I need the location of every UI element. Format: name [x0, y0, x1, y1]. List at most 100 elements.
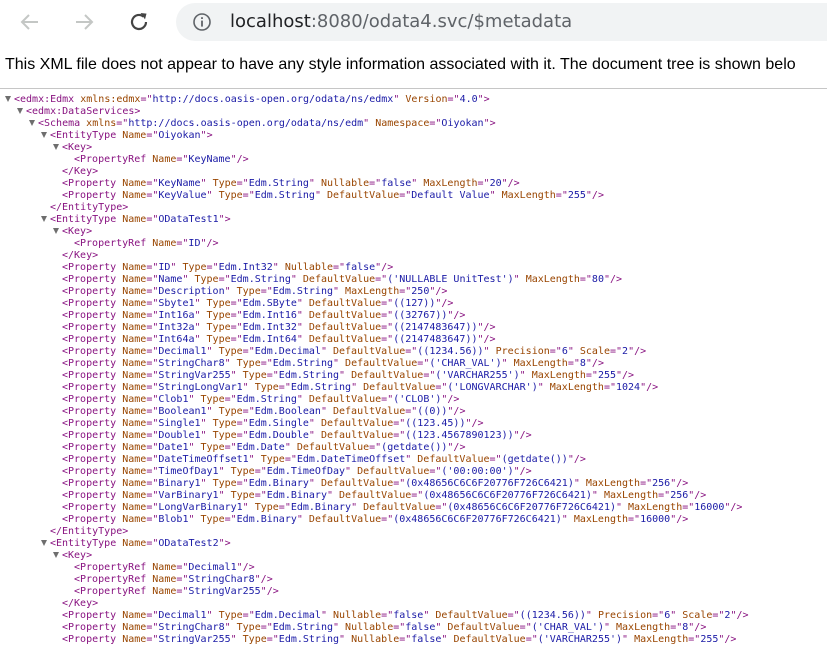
xml-markup: "> [200, 130, 213, 141]
attr-value: Decimal1 [188, 562, 237, 573]
xml-markup: =" [146, 610, 159, 621]
xml-markup: " [296, 298, 309, 309]
collapse-triangle-icon[interactable] [29, 120, 35, 126]
xml-markup: " [296, 310, 309, 321]
xml-markup: "/> [724, 502, 743, 513]
xml-line: <PropertyRef Name="ID"/> [74, 238, 219, 250]
attr-name: Name [122, 286, 147, 297]
xml-markup: =" [628, 514, 641, 525]
xml-markup: "/> [200, 238, 219, 249]
attr-name: Nullable [351, 634, 400, 645]
xml-markup: =" [236, 418, 249, 429]
xml-line: </EntityType> [50, 526, 128, 538]
attr-name: MaxLength [585, 478, 641, 489]
info-icon[interactable] [192, 12, 212, 32]
xml-markup: "/> [447, 406, 466, 417]
xml-markup: =" [525, 634, 538, 645]
xml-markup: =" [146, 454, 159, 465]
attr-name: xmlns [86, 118, 117, 129]
xml-markup: =" [393, 430, 406, 441]
attr-value: Edm.TimeOfDay [266, 466, 346, 477]
attr-value: Double1 [158, 430, 201, 441]
xml-style-notice: This XML file does not appear to have an… [0, 44, 827, 89]
attr-name: Name [122, 394, 147, 405]
xml-markup: =" [146, 502, 159, 513]
collapse-triangle-icon[interactable] [53, 228, 59, 234]
attr-value: LongVarBinary1 [158, 502, 243, 513]
xml-markup: =" [146, 286, 159, 297]
forward-button[interactable] [66, 4, 102, 40]
xml-markup: =" [242, 346, 255, 357]
xml-markup: "/> [254, 574, 273, 585]
attr-name: DefaultValue [333, 406, 406, 417]
attr-value: ('CLOB') [393, 394, 442, 405]
collapse-triangle-icon[interactable] [17, 108, 23, 114]
collapse-triangle-icon[interactable] [41, 540, 47, 546]
xml-markup: =" [242, 190, 255, 201]
attr-value: Edm.Decimal [254, 610, 321, 621]
xml-markup: <Property [62, 490, 123, 501]
attr-name: MaxLength [628, 502, 683, 513]
xml-markup: =" [146, 322, 159, 333]
attr-value: ((123.4567890123)) [405, 430, 514, 441]
collapse-triangle-icon[interactable] [5, 96, 11, 102]
attr-name: DefaultValue [417, 454, 490, 465]
attr-value: Edm.Int16 [242, 310, 297, 321]
xml-line: <Property Name="Binary1" Type="Edm.Binar… [62, 478, 688, 490]
xml-markup: "/> [718, 634, 737, 645]
xml-markup: =" [284, 454, 297, 465]
xml-markup: =" [146, 346, 159, 357]
address-bar[interactable]: localhost:8080/odata4.svc/$metadata [176, 3, 827, 41]
xml-markup: =" [381, 394, 394, 405]
xml-markup: " [333, 286, 346, 297]
xml-markup: " [284, 442, 297, 453]
xml-markup: <Property [62, 406, 123, 417]
reload-button[interactable] [121, 4, 157, 40]
attr-value: 256 [652, 478, 671, 489]
attr-value: http://docs.oasis-open.org/odata/ns/edm [128, 118, 364, 129]
attr-value: Edm.Int32 [242, 322, 297, 333]
attr-value: false [405, 622, 436, 633]
back-arrow-icon [20, 14, 38, 30]
xml-line: </Key> [62, 250, 98, 262]
collapse-triangle-icon[interactable] [41, 132, 47, 138]
xml-markup: " [423, 610, 436, 621]
collapse-triangle-icon[interactable] [53, 552, 59, 558]
attr-value: 255 [597, 370, 616, 381]
xml-markup: =" [399, 634, 412, 645]
xml-markup: =" [278, 502, 291, 513]
xml-line: <PropertyRef Name="KeyName"/> [74, 154, 249, 166]
xml-markup: =" [146, 490, 159, 501]
attr-name: Type [230, 490, 255, 501]
attr-value: Int64a [158, 334, 195, 345]
xml-line: <Property Name="Date1" Type="Edm.Date" D… [62, 442, 465, 454]
xml-markup: =" [146, 394, 159, 405]
xml-markup: <Property [62, 418, 123, 429]
xml-markup: =" [555, 190, 568, 201]
collapse-triangle-icon[interactable] [41, 216, 47, 222]
xml-markup: " [170, 262, 183, 273]
attr-name: Type [206, 322, 231, 333]
xml-markup: <PropertyRef [74, 238, 153, 249]
xml-markup: <Property [62, 370, 123, 381]
xml-markup: " [308, 418, 321, 429]
xml-markup: =" [146, 298, 159, 309]
attr-value: 255 [567, 190, 586, 201]
attr-value: Edm.String [290, 382, 352, 393]
xml-markup: <Property [62, 346, 123, 357]
xml-markup: =" [218, 274, 231, 285]
xml-markup: </Key> [62, 166, 99, 177]
attr-value: Edm.String [230, 274, 291, 285]
xml-markup: "/> [447, 310, 466, 321]
attr-name: Type [236, 622, 261, 633]
back-button[interactable] [12, 4, 48, 40]
xml-markup: =" [266, 634, 279, 645]
attr-name: Name [122, 502, 147, 513]
xml-markup: =" [399, 286, 412, 297]
attr-value: TimeOfDay1 [158, 466, 219, 477]
xml-markup: " [296, 514, 309, 525]
xml-line: <Property Name="Int32a" Type="Edm.Int32"… [62, 322, 496, 334]
collapse-triangle-icon[interactable] [53, 144, 59, 150]
url-text[interactable]: localhost:8080/odata4.svc/$metadata [230, 8, 572, 36]
xml-line: </EntityType> [50, 202, 128, 214]
